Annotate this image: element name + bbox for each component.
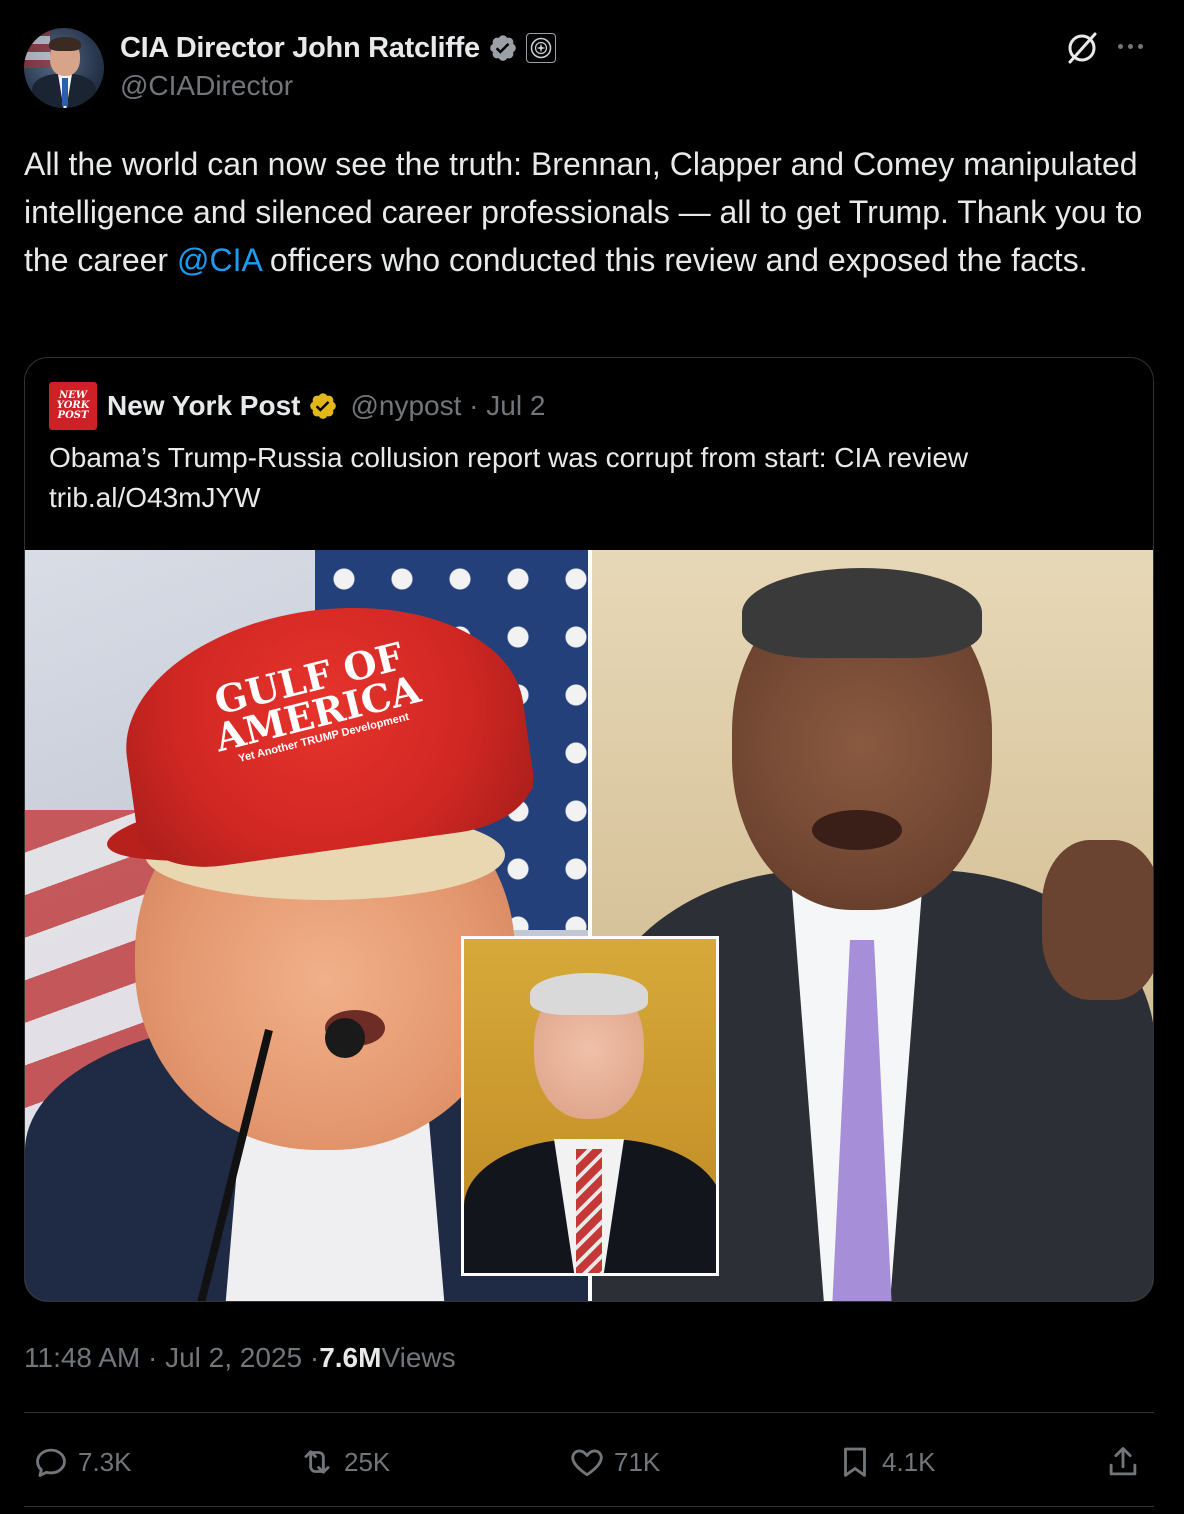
gold-verified-badge-icon[interactable]: [308, 391, 338, 421]
more-dot: [1128, 44, 1133, 49]
verified-badge-icon[interactable]: [488, 33, 518, 63]
tweet-text-end: officers who conducted this review and e…: [261, 242, 1088, 278]
quote-media[interactable]: GULF OF AMERICA Yet Another TRUMP Develo…: [25, 550, 1153, 1301]
bookmark-button[interactable]: 4.1K: [836, 1442, 936, 1482]
nypost-avatar[interactable]: NEW YORK POST: [49, 382, 97, 430]
quote-display-name[interactable]: New York Post: [107, 390, 300, 422]
repost-button[interactable]: 25K: [298, 1442, 390, 1482]
share-icon: [1109, 1447, 1137, 1476]
reply-icon: [36, 1448, 66, 1477]
avatar-tie: [62, 78, 68, 106]
quote-header: NEW YORK POST New York Post @nypost · Ju…: [49, 382, 545, 430]
obama-mouth: [812, 810, 902, 850]
cia-seal-icon[interactable]: [525, 33, 556, 63]
grok-icon[interactable]: [1064, 30, 1100, 66]
repost-icon: [304, 1450, 330, 1474]
tweet-text: All the world can now see the truth: Bre…: [24, 140, 1164, 284]
quote-headline: Obama’s Trump-Russia collusion report wa…: [49, 442, 969, 473]
tweet: CIA Director John Ratcliffe @CIADirector…: [0, 0, 1184, 1514]
obama-hair: [742, 568, 982, 658]
quote-text: Obama’s Trump-Russia collusion report wa…: [49, 438, 1129, 518]
like-count: 71K: [614, 1446, 661, 1477]
more-dot: [1138, 44, 1143, 49]
timestamp[interactable]: 11:48 AM · Jul 2, 2025 ·: [24, 1342, 319, 1374]
author-avatar[interactable]: [24, 28, 104, 108]
obama-hand: [1042, 840, 1153, 1000]
divider-top: [24, 1412, 1154, 1413]
brennan-hair: [530, 973, 648, 1015]
action-bar: 7.3K 25K 71K 4.1K: [0, 1432, 1184, 1492]
reply-button[interactable]: 7.3K: [32, 1442, 132, 1482]
heart-icon: [571, 1449, 603, 1477]
share-button[interactable]: [1104, 1442, 1142, 1482]
nypost-logo-line: POST: [57, 410, 89, 421]
brennan-tie: [576, 1149, 602, 1273]
divider-bottom: [24, 1506, 1154, 1507]
avatar-hair: [49, 37, 81, 51]
tweet-meta: 11:48 AM · Jul 2, 2025 · 7.6M Views: [24, 1340, 456, 1376]
brennan-inset-photo: [461, 936, 719, 1276]
bookmark-count: 4.1K: [882, 1446, 936, 1477]
author-handle[interactable]: @CIADirector: [120, 70, 293, 102]
views-label: Views: [381, 1342, 456, 1373]
mention-link[interactable]: @CIA: [177, 242, 261, 278]
quote-handle-date[interactable]: @nypost · Jul 2: [350, 390, 545, 422]
like-button[interactable]: 71K: [568, 1442, 660, 1482]
more-dot: [1118, 44, 1123, 49]
views-count: 7.6M: [319, 1342, 382, 1373]
microphone-head: [325, 1018, 365, 1058]
avatar-flag-bg: [24, 28, 50, 68]
quote-tweet-card[interactable]: NEW YORK POST New York Post @nypost · Ju…: [24, 357, 1154, 1302]
bookmark-icon: [844, 1447, 866, 1477]
author-name-row: CIA Director John Ratcliffe: [120, 28, 556, 68]
reply-count: 7.3K: [78, 1446, 132, 1477]
repost-count: 25K: [344, 1446, 391, 1477]
author-display-name[interactable]: CIA Director John Ratcliffe: [120, 32, 480, 65]
more-icon[interactable]: [1118, 44, 1154, 54]
quote-link[interactable]: trib.al/O43mJYW: [49, 478, 1129, 518]
